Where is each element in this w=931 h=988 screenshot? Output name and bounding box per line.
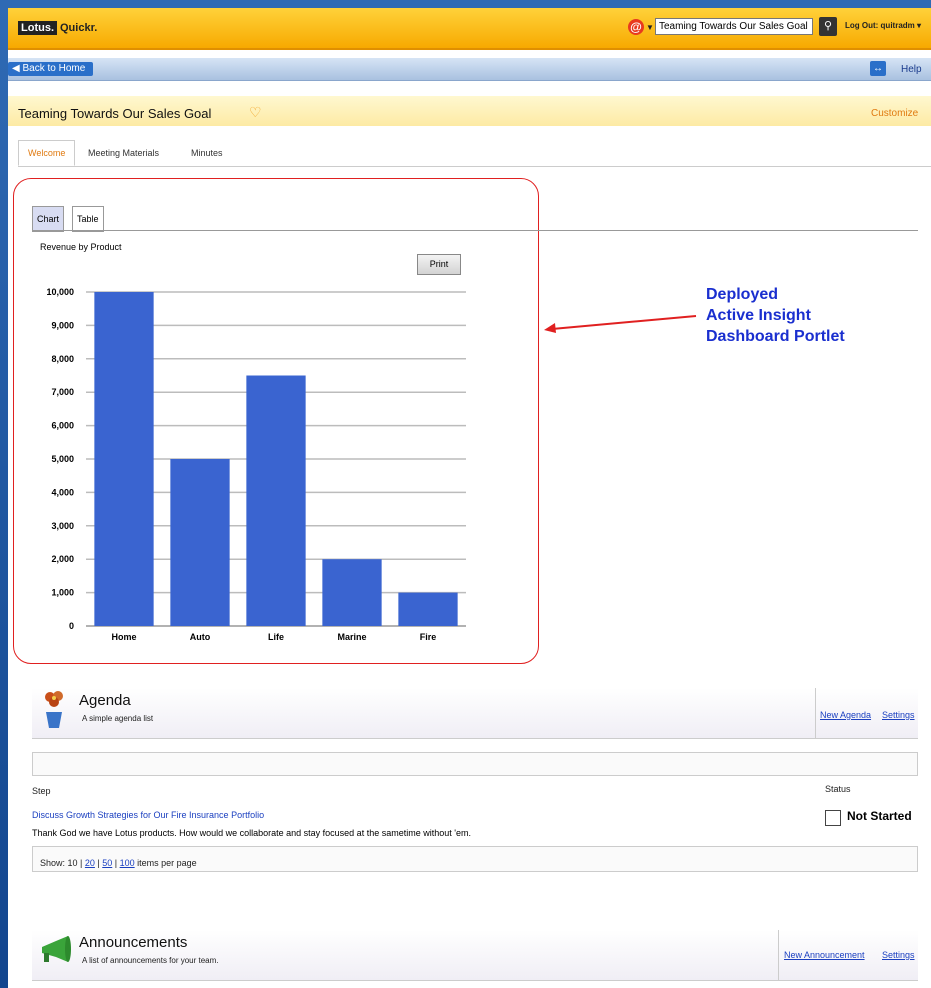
place-header: Teaming Towards Our Sales Goal ♡ Customi…	[8, 96, 931, 126]
tab-meeting-materials[interactable]: Meeting Materials	[88, 141, 159, 165]
page-title: Teaming Towards Our Sales Goal	[18, 106, 212, 121]
bar-marine	[322, 559, 382, 626]
announcements-title: Announcements	[79, 934, 188, 951]
announcements-settings-link[interactable]: Settings	[882, 950, 915, 960]
search-input[interactable]	[655, 18, 813, 35]
pager-20[interactable]: 20	[85, 858, 95, 868]
y-tick-label: 4,000	[51, 487, 74, 497]
revenue-bar-chart: 0 1,000 2,000 3,000 4,000 5,000 6,000 7,000 8,00…	[46, 287, 466, 642]
flower-pot-icon	[45, 691, 63, 728]
help-link[interactable]: Help	[901, 64, 922, 75]
logout-label: Log Out: quitradm	[845, 21, 915, 30]
divider	[815, 688, 816, 738]
arrow-line	[551, 315, 697, 330]
favorite-heart-icon[interactable]: ♡	[249, 104, 262, 121]
y-tick-label: 9,000	[51, 320, 74, 330]
search-button[interactable]: ⚲	[819, 17, 837, 36]
announcements-description: A list of announcements for your team.	[82, 956, 219, 965]
y-tick-label: 2,000	[51, 554, 74, 564]
annotation-line-2: Active Insight	[706, 307, 811, 324]
annotation-arrow	[544, 315, 697, 333]
customize-link[interactable]: Customize	[871, 108, 918, 119]
divider	[778, 930, 779, 980]
top-banner: Lotus. Quickr. @ ▼ ⚲ Log Out: quitradm ▾	[8, 8, 931, 50]
agenda-title: Agenda	[79, 692, 131, 709]
logo-lotus: Lotus.	[18, 21, 57, 35]
status-checkbox[interactable]	[825, 810, 841, 826]
agenda-item-description: Thank God we have Lotus products. How wo…	[32, 828, 471, 838]
pager: Show: 10 | 20 | 50 | 100 items per page	[40, 858, 197, 868]
window-left-edge	[0, 0, 8, 988]
bar-fire	[398, 592, 458, 626]
window-top-edge	[0, 0, 931, 8]
annotation-text: Deployed Active Insight Dashboard Portle…	[706, 284, 845, 347]
status-label: Not Started	[847, 809, 912, 823]
new-agenda-link[interactable]: New Agenda	[820, 710, 871, 720]
agenda-item-link[interactable]: Discuss Growth Strategies for Our Fire I…	[32, 810, 264, 820]
nav-bar: ◀ Back to Home ↔ Help	[8, 58, 931, 81]
x-tick-label: Home	[111, 632, 136, 642]
bar-home	[94, 292, 154, 626]
y-tick-label: 5,000	[51, 454, 74, 464]
chevron-down-icon[interactable]: ▼	[646, 23, 654, 32]
quickr-page: Lotus. Quickr. @ ▼ ⚲ Log Out: quitradm ▾…	[8, 8, 931, 988]
back-label: Back to Home	[22, 63, 86, 74]
annotation-line-1: Deployed	[706, 286, 779, 303]
agenda-header	[32, 688, 918, 739]
megaphone-icon	[42, 936, 71, 962]
back-to-home-button[interactable]: ◀ Back to Home	[8, 62, 94, 76]
logo-quickr: Quickr.	[60, 22, 98, 34]
column-header-step: Step	[32, 786, 51, 796]
arrow-head	[544, 323, 556, 333]
chart-title: Revenue by Product	[40, 242, 122, 252]
column-header-status: Status	[825, 784, 851, 794]
agenda-description: A simple agenda list	[82, 714, 154, 723]
x-tick-label: Life	[268, 632, 284, 642]
y-tick-label: 1,000	[51, 588, 74, 598]
expand-icon[interactable]: ↔	[870, 61, 886, 76]
tab-chart[interactable]: Chart	[32, 206, 65, 232]
print-button[interactable]: Print	[417, 254, 461, 275]
annotation-line-3: Dashboard Portlet	[706, 328, 845, 345]
divider	[32, 230, 918, 231]
x-tick-label: Auto	[190, 632, 211, 642]
page-tabs: Welcome Meeting Materials Minutes	[18, 136, 931, 167]
tab-minutes[interactable]: Minutes	[191, 141, 223, 165]
search-icon: ⚲	[823, 20, 833, 32]
bar-auto	[170, 459, 230, 626]
pager-50[interactable]: 50	[102, 858, 112, 868]
lotus-quickr-logo[interactable]: Lotus. Quickr.	[18, 20, 97, 36]
logout-link[interactable]: Log Out: quitradm ▾	[845, 21, 921, 30]
pager-100[interactable]: 100	[120, 858, 135, 868]
y-tick-label: 10,000	[46, 287, 74, 297]
search-scope-icon[interactable]: @	[628, 19, 644, 35]
y-tick-label: 3,000	[51, 521, 74, 531]
tab-welcome[interactable]: Welcome	[18, 140, 76, 166]
tab-table[interactable]: Table	[72, 206, 104, 232]
pager-prefix: Show: 10 |	[40, 858, 83, 868]
x-tick-label: Fire	[420, 632, 437, 642]
agenda-settings-link[interactable]: Settings	[882, 710, 915, 720]
y-tick-label: 7,000	[51, 387, 74, 397]
y-tick-label: 8,000	[51, 354, 74, 364]
new-announcement-link[interactable]: New Announcement	[784, 950, 865, 960]
bar-life	[246, 375, 306, 626]
pager-suffix: items per page	[137, 858, 197, 868]
x-tick-label: Marine	[337, 632, 366, 642]
y-tick-label: 0	[69, 621, 74, 631]
agenda-toolbar	[32, 752, 918, 776]
y-tick-label: 6,000	[51, 421, 74, 431]
